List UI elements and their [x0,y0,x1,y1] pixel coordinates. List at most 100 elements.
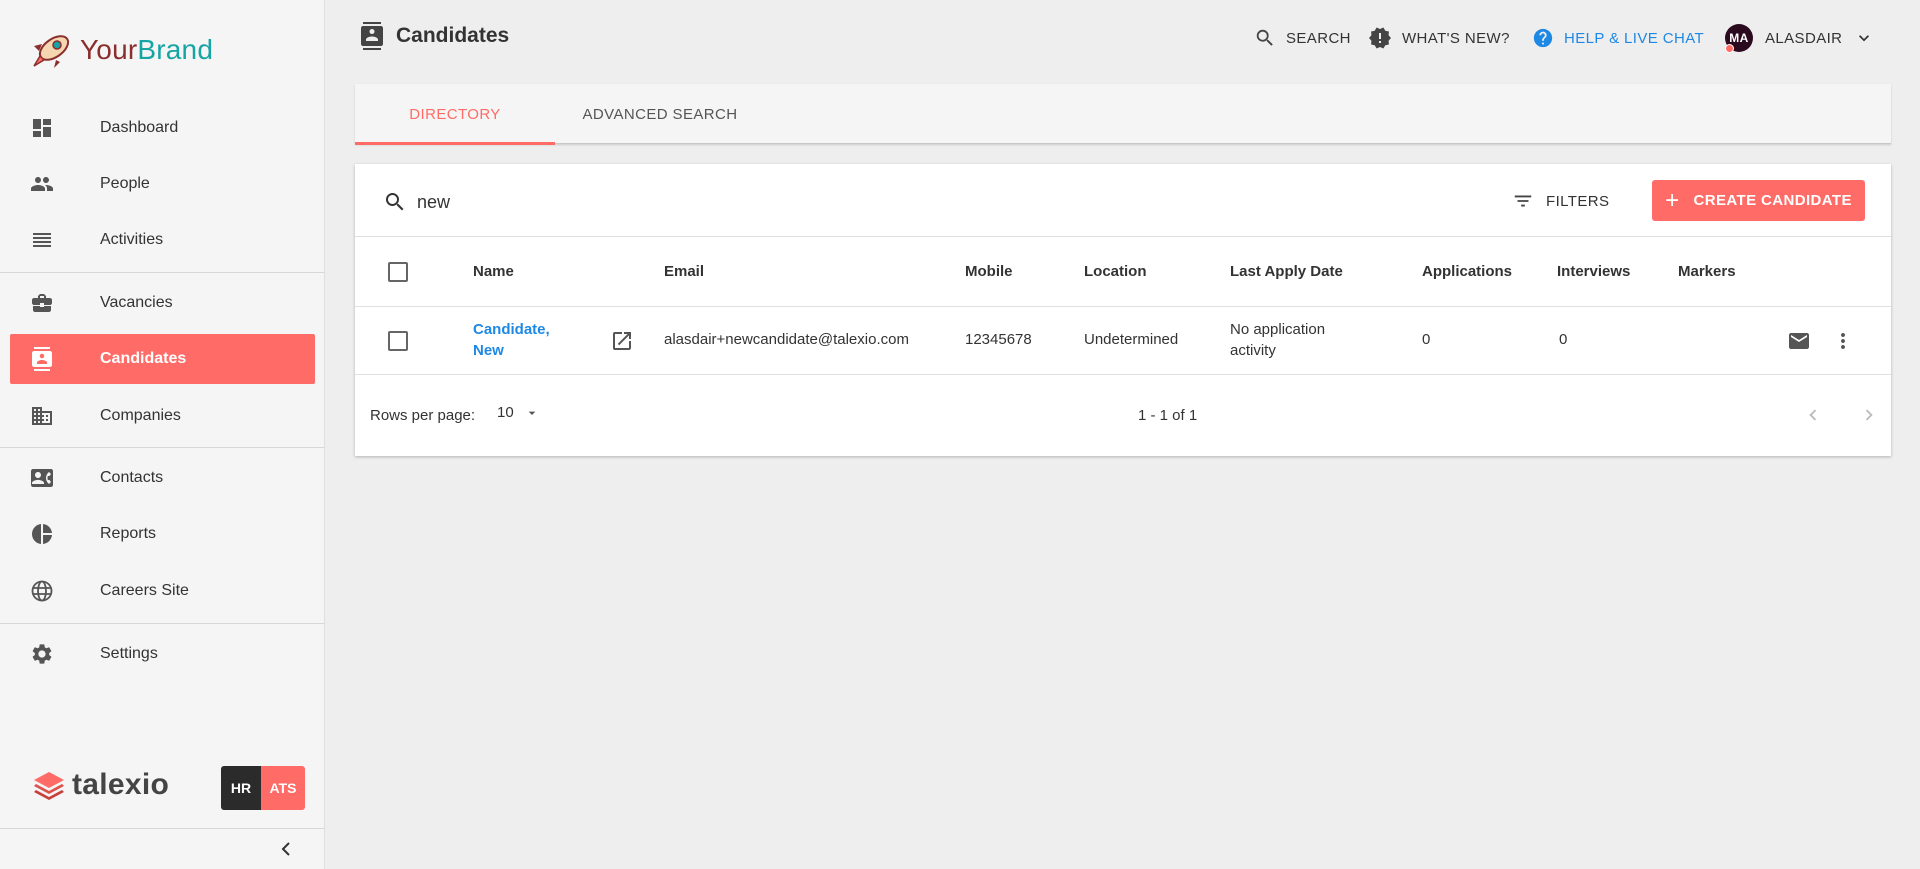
sidebar-divider [0,272,325,273]
avatar[interactable]: MA [1725,24,1753,53]
sidebar-item-reports[interactable]: Reports [10,509,315,559]
sidebar-item-label: Settings [100,645,158,662]
sidebar-item-label: Reports [100,525,157,542]
candidate-applications: 0 [1422,331,1431,348]
whats-new-button[interactable]: WHAT'S NEW? [1368,26,1510,50]
rows-per-page-value: 10 [497,404,514,421]
tab-directory[interactable]: DIRECTORY [355,84,555,145]
more-vert-icon[interactable] [1831,329,1855,353]
search-icon [1256,29,1273,46]
chevron-down-icon [1859,35,1870,42]
sidebar-item-label: People [100,175,150,192]
product-switch[interactable]: HR ATS [221,766,305,810]
dropdown-arrow-icon [528,411,536,415]
next-page-icon[interactable] [1858,404,1880,426]
sidebar: YourBrand Dashboard People Activities Va… [0,0,325,869]
email-icon[interactable] [1787,329,1811,353]
search-button[interactable]: SEARCH [1254,26,1351,50]
candidate-icon [32,347,52,371]
candidates-table-card: FILTERS + CREATE CANDIDATE Name Email Mo… [355,164,1891,456]
column-header-last-apply-date[interactable]: Last Apply Date [1230,263,1343,280]
sidebar-divider [0,828,325,829]
candidate-search-input[interactable] [417,186,1017,218]
user-name: ALASDAIR [1765,29,1843,47]
filters-label: FILTERS [1546,192,1610,210]
last-apply-line2: activity [1230,342,1276,359]
page-header: Candidates [360,22,509,50]
create-candidate-button[interactable]: + CREATE CANDIDATE [1652,180,1865,221]
globe-icon [31,580,53,602]
tab-advanced-search[interactable]: ADVANCED SEARCH [555,84,765,144]
column-header-location[interactable]: Location [1084,263,1147,280]
previous-page-icon[interactable] [1802,404,1824,426]
layers-icon [34,772,64,800]
page-title: Candidates [396,24,510,47]
open-in-new-icon[interactable] [610,329,634,353]
sidebar-item-settings[interactable]: Settings [10,629,315,679]
column-header-interviews[interactable]: Interviews [1557,263,1630,280]
brand-text-part2: Brand [137,34,214,65]
sidebar-item-label: Careers Site [100,582,189,599]
talexio-logo: talexio [32,768,169,802]
tab-label: DIRECTORY [409,105,501,123]
sidebar-item-dashboard[interactable]: Dashboard [10,103,315,153]
tabs-bar: DIRECTORY ADVANCED SEARCH [355,84,1891,145]
activities-icon [33,233,51,247]
pagination: Rows per page: 10 1 - 1 of 1 [355,375,1891,456]
notification-dot [1725,44,1734,53]
candidate-last-apply-date: No application activity [1230,319,1325,361]
sidebar-item-contacts[interactable]: Contacts [10,453,315,503]
avatar-initials: MA [1729,31,1749,45]
search-toolbar: FILTERS + CREATE CANDIDATE [355,164,1891,237]
filters-button[interactable]: FILTERS [1512,186,1609,216]
sidebar-item-careers-site[interactable]: Careers Site [10,566,315,616]
help-live-chat-button[interactable]: HELP & LIVE CHAT [1532,26,1704,50]
candidate-interviews: 0 [1559,331,1568,348]
tab-label: ADVANCED SEARCH [582,105,738,123]
candidate-email: alasdair+newcandidate@talexio.com [664,331,909,348]
sidebar-item-label: Contacts [100,469,164,486]
page-range: 1 - 1 of 1 [1138,407,1198,424]
new-badge-icon [1369,27,1391,49]
user-menu[interactable]: MA ALASDAIR [1725,24,1874,53]
chevron-left-icon[interactable] [276,838,296,860]
candidate-location: Undetermined [1084,331,1179,348]
column-header-name[interactable]: Name [473,263,514,280]
column-header-applications[interactable]: Applications [1422,263,1512,280]
help-label: HELP & LIVE CHAT [1564,29,1705,47]
sidebar-divider [0,447,325,448]
candidate-icon [361,22,383,50]
candidate-name-line2: New [473,342,504,359]
sidebar-item-companies[interactable]: Companies [10,391,315,441]
candidate-name-link[interactable]: Candidate, New [473,319,550,361]
sidebar-item-vacancies[interactable]: Vacancies [10,278,315,328]
sidebar-item-label: Companies [100,407,181,424]
brand-text-part1: Your [80,34,138,65]
rows-per-page-label: Rows per page: [370,407,476,424]
filter-icon [1514,195,1532,207]
rows-per-page-select[interactable]: 10 [497,404,540,421]
hr-badge[interactable]: HR [221,766,261,810]
brand-logo[interactable]: YourBrand [30,30,213,70]
create-candidate-label: CREATE CANDIDATE [1693,192,1852,209]
briefcase-icon [32,294,52,312]
column-header-email[interactable]: Email [664,263,704,280]
column-header-mobile[interactable]: Mobile [965,263,1013,280]
dashboard-icon [33,119,51,137]
sidebar-item-label: Dashboard [100,119,179,136]
sidebar-divider [0,623,325,624]
building-icon [32,407,52,425]
sidebar-item-activities[interactable]: Activities [10,215,315,265]
search-label: SEARCH [1286,29,1351,47]
rocket-icon [33,35,70,68]
column-header-markers[interactable]: Markers [1678,263,1736,280]
table-row[interactable]: Candidate, New alasdair+newcandidate@tal… [355,307,1891,375]
candidate-name-line1: Candidate, [473,321,550,338]
row-checkbox[interactable] [388,331,408,351]
ats-badge[interactable]: ATS [261,766,305,810]
pie-chart-icon [32,524,52,544]
sidebar-item-candidates[interactable]: Candidates [10,334,315,384]
sidebar-item-people[interactable]: People [10,159,315,209]
gear-icon [32,644,52,664]
select-all-checkbox[interactable] [388,262,408,282]
